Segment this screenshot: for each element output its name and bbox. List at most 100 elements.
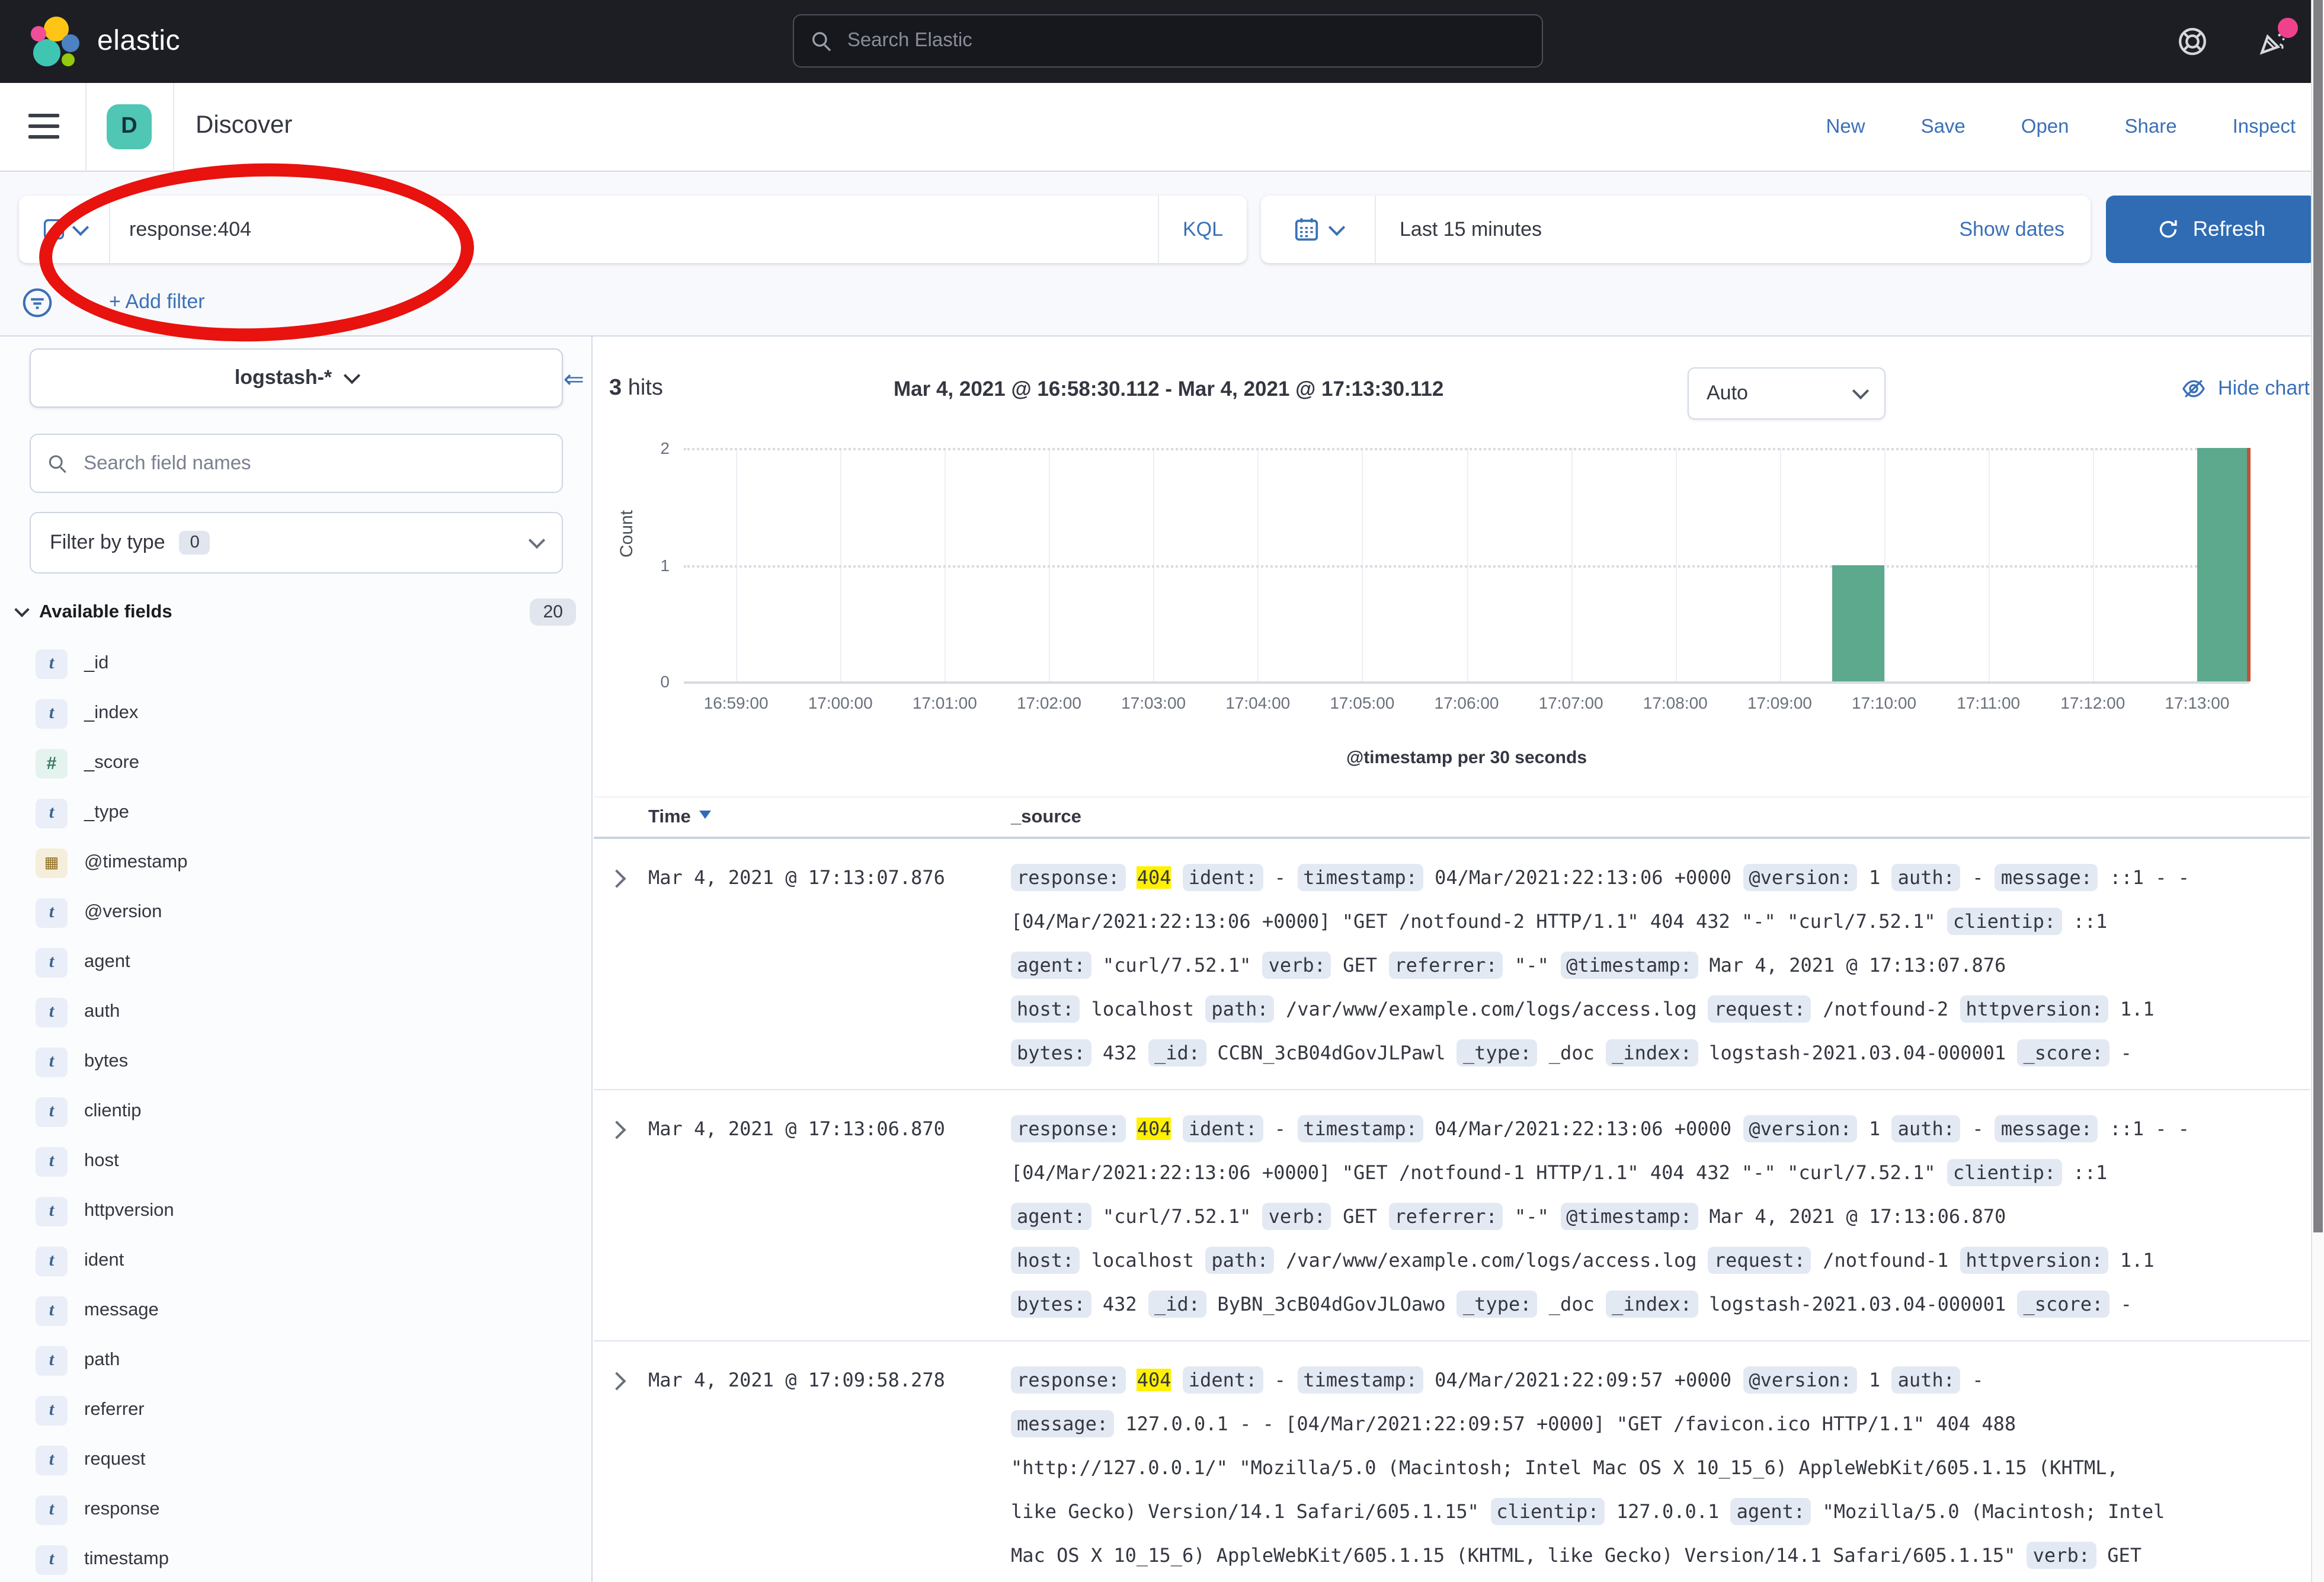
sidebar-field-@version[interactable]: t @version xyxy=(17,888,576,937)
histogram-plot[interactable] xyxy=(684,448,2249,684)
y-tick-label: 0 xyxy=(639,672,670,691)
source-field-key: bytes: xyxy=(1011,1290,1091,1318)
source-field-value: /notfound-1 xyxy=(1823,1249,1948,1272)
add-filter-button[interactable]: + Add filter xyxy=(109,290,205,314)
available-fields-header[interactable]: Available fields 20 xyxy=(17,598,576,626)
source-field-value: localhost xyxy=(1091,1249,1194,1272)
filter-by-type-select[interactable]: Filter by type 0 xyxy=(30,512,563,574)
sidebar-field-_index[interactable]: t _index xyxy=(17,688,576,738)
doc-time: Mar 4, 2021 @ 17:13:07.876 xyxy=(648,856,1011,1075)
expand-document-icon[interactable] xyxy=(607,869,626,888)
table-row: Mar 4, 2021 @ 17:13:07.876 response: 404… xyxy=(594,839,2310,1090)
source-field-value: ::1 xyxy=(2073,910,2108,933)
open-button[interactable]: Open xyxy=(2021,116,2069,139)
source-field-key: host: xyxy=(1011,1247,1080,1274)
time-column-header[interactable]: Time xyxy=(648,806,1011,828)
elastic-brand[interactable]: elastic xyxy=(31,17,180,66)
field-list: t _id t _index # _score t _type xyxy=(17,639,576,1582)
field-search-input[interactable] xyxy=(81,451,545,476)
sidebar-field-host[interactable]: t host xyxy=(17,1136,576,1186)
interval-select[interactable]: Auto xyxy=(1688,367,1886,419)
time-range-value[interactable]: Last 15 minutes xyxy=(1400,217,1542,241)
global-search-box[interactable] xyxy=(793,14,1543,68)
show-dates-button[interactable]: Show dates xyxy=(1959,217,2064,241)
source-field-value-highlighted: 404 xyxy=(1137,866,1171,889)
source-field-key: ident: xyxy=(1183,864,1263,891)
y-axis-label: Count xyxy=(617,498,637,569)
divider xyxy=(173,83,174,172)
newsfeed-icon[interactable] xyxy=(2258,26,2288,57)
field-type-string-icon: t xyxy=(36,1047,68,1077)
scrollbar-thumb[interactable] xyxy=(2313,0,2323,1232)
sidebar-field-auth[interactable]: t auth xyxy=(17,987,576,1037)
source-field-key: clientip: xyxy=(1947,908,2061,935)
collapse-sidebar-icon[interactable]: ⇐ xyxy=(564,365,584,395)
date-quick-select-button[interactable] xyxy=(1261,196,1376,263)
sidebar-field-_id[interactable]: t _id xyxy=(17,639,576,688)
index-pattern-selector[interactable]: logstash-* xyxy=(30,348,563,408)
sidebar-field-request[interactable]: t request xyxy=(17,1435,576,1485)
query-input[interactable]: response:404 KQL xyxy=(19,196,1247,263)
source-line: [04/Mar/2021:22:13:06 +0000] "GET /notfo… xyxy=(1011,1151,2310,1194)
saved-query-menu-button[interactable] xyxy=(19,196,110,263)
sidebar-field-@timestamp[interactable]: ▦ @timestamp xyxy=(17,838,576,888)
discover-app-badge[interactable]: D xyxy=(107,104,152,149)
sidebar-field-_score[interactable]: # _score xyxy=(17,738,576,788)
doc-source: response: 404 ident: - timestamp: 04/Mar… xyxy=(1011,1358,2310,1577)
expand-document-icon[interactable] xyxy=(607,1120,626,1139)
menu-icon[interactable] xyxy=(28,114,59,139)
source-column-header[interactable]: _source xyxy=(1011,806,2310,828)
source-field-key: _score: xyxy=(2017,1039,2109,1067)
expand-document-icon[interactable] xyxy=(607,1372,626,1390)
source-field-value: "curl/7.52.1" xyxy=(1103,954,1251,976)
field-type-number-icon: # xyxy=(36,748,68,778)
save-button[interactable]: Save xyxy=(1921,116,1966,139)
inspect-button[interactable]: Inspect xyxy=(2233,116,2296,139)
new-button[interactable]: New xyxy=(1826,116,1865,139)
field-type-string-icon: t xyxy=(36,1196,68,1226)
save-query-icon xyxy=(42,218,65,241)
source-field-key: agent: xyxy=(1011,1203,1091,1230)
histogram-bar-17:13:00[interactable] xyxy=(2197,448,2249,681)
source-field-value: - xyxy=(1275,1369,1286,1391)
sort-desc-icon[interactable] xyxy=(699,810,711,824)
sidebar-field-timestamp[interactable]: t timestamp xyxy=(17,1535,576,1582)
source-field-value: 1.1 xyxy=(2120,998,2155,1020)
hide-chart-button[interactable]: Hide chart xyxy=(2180,376,2310,402)
field-type-string-icon: t xyxy=(36,1395,68,1425)
sidebar-field-agent[interactable]: t agent xyxy=(17,937,576,987)
source-field-key: _id: xyxy=(1148,1290,1206,1318)
refresh-button[interactable]: Refresh xyxy=(2106,196,2317,263)
global-search-input[interactable] xyxy=(845,28,1525,53)
share-button[interactable]: Share xyxy=(2125,116,2177,139)
sidebar-field-httpversion[interactable]: t httpversion xyxy=(17,1186,576,1236)
table-row: Mar 4, 2021 @ 17:09:58.278 response: 404… xyxy=(594,1341,2310,1582)
global-header: elastic xyxy=(0,0,2324,83)
source-field-key: message: xyxy=(1995,1115,2098,1142)
sidebar-field-ident[interactable]: t ident xyxy=(17,1236,576,1286)
source-field-key: clientip: xyxy=(1947,1159,2061,1186)
sidebar-field-_type[interactable]: t _type xyxy=(17,788,576,838)
source-field-key: ident: xyxy=(1183,1366,1263,1394)
header-actions xyxy=(2177,0,2288,83)
sidebar-field-message[interactable]: t message xyxy=(17,1286,576,1336)
vertical-scrollbar[interactable] xyxy=(2311,0,2324,1582)
sidebar-field-response[interactable]: t response xyxy=(17,1485,576,1535)
source-field-key: message: xyxy=(1011,1410,1114,1437)
source-field-key: request: xyxy=(1708,1247,1811,1274)
help-icon[interactable] xyxy=(2177,26,2208,57)
query-text[interactable]: response:404 xyxy=(110,217,1158,241)
histogram-bar-17:09:30[interactable] xyxy=(1832,565,1884,681)
source-field-key: response: xyxy=(1011,1115,1125,1142)
field-search-box[interactable] xyxy=(30,434,563,493)
source-field-value: - xyxy=(1972,1369,1983,1391)
filter-icon[interactable] xyxy=(21,286,53,318)
sidebar-field-bytes[interactable]: t bytes xyxy=(17,1037,576,1087)
sidebar-field-clientip[interactable]: t clientip xyxy=(17,1087,576,1136)
sidebar-field-path[interactable]: t path xyxy=(17,1336,576,1385)
sidebar-field-referrer[interactable]: t referrer xyxy=(17,1385,576,1435)
notification-badge xyxy=(2278,18,2298,38)
date-picker: Last 15 minutes Show dates xyxy=(1261,196,2091,263)
query-language-button[interactable]: KQL xyxy=(1158,196,1247,263)
source-field-value: - xyxy=(1275,1117,1286,1140)
